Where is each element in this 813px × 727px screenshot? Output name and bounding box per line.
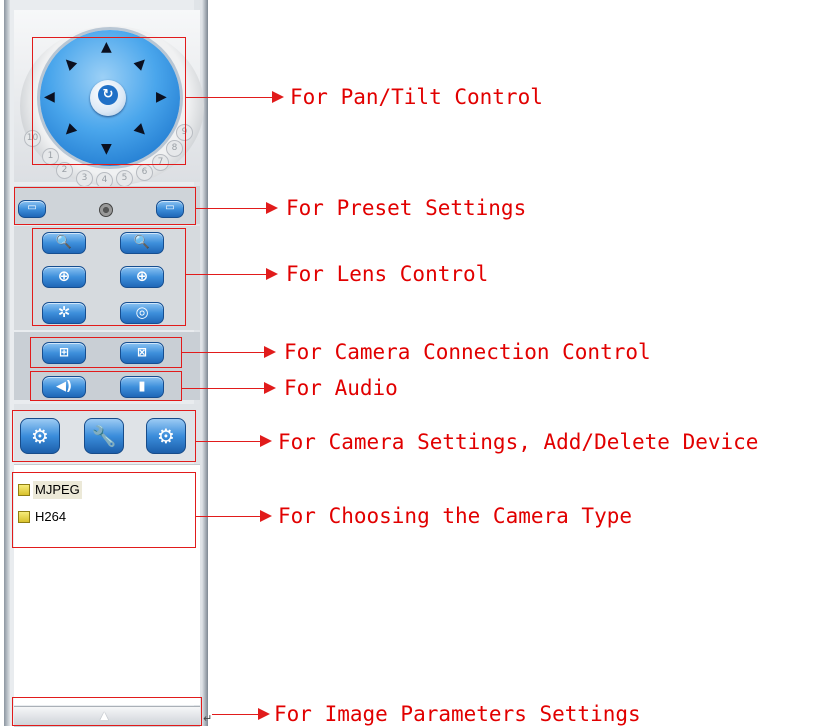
arrow-head-icon: [266, 202, 278, 214]
annotation-connection: For Camera Connection Control: [284, 340, 651, 364]
arrow-head-icon: [272, 91, 284, 103]
arrow-head-icon: [264, 382, 276, 394]
annotation-box-image-params: [12, 697, 202, 726]
leader-line: [196, 441, 260, 442]
annotation-image-params: For Image Parameters Settings: [274, 702, 641, 726]
annotation-camera-type: For Choosing the Camera Type: [278, 504, 633, 528]
arrow-head-icon: [264, 346, 276, 358]
preset-number-button[interactable]: 5: [116, 170, 133, 187]
annotation-pan-tilt: For Pan/Tilt Control: [290, 85, 543, 109]
annotation-lens: For Lens Control: [286, 262, 489, 286]
annotation-preset: For Preset Settings: [286, 196, 527, 220]
preset-number-button[interactable]: 3: [76, 170, 93, 187]
annotation-box-audio: [30, 371, 182, 401]
leader-line: [196, 516, 260, 517]
annotation-box-preset: [14, 187, 196, 225]
leader-line: [186, 97, 272, 98]
leader-line: [182, 352, 264, 353]
annotation-box-pan-tilt: [32, 37, 186, 165]
leader-line: [182, 388, 264, 389]
annotation-box-camera-type: [12, 472, 196, 548]
annotation-box-lens: [32, 228, 186, 326]
leader-line: [186, 274, 266, 275]
annotation-camera-settings: For Camera Settings, Add/Delete Device: [278, 430, 759, 454]
annotation-audio: For Audio: [284, 376, 398, 400]
annotation-box-settings: [12, 410, 196, 462]
arrow-head-icon: [266, 268, 278, 280]
return-mark: ↵: [203, 712, 213, 725]
annotation-box-connection: [30, 337, 182, 368]
leader-line: [212, 714, 258, 715]
arrow-head-icon: [260, 510, 272, 522]
preset-number-button[interactable]: 6: [136, 164, 153, 181]
leader-line: [196, 208, 266, 209]
arrow-head-icon: [260, 435, 272, 447]
arrow-head-icon: [258, 708, 270, 720]
